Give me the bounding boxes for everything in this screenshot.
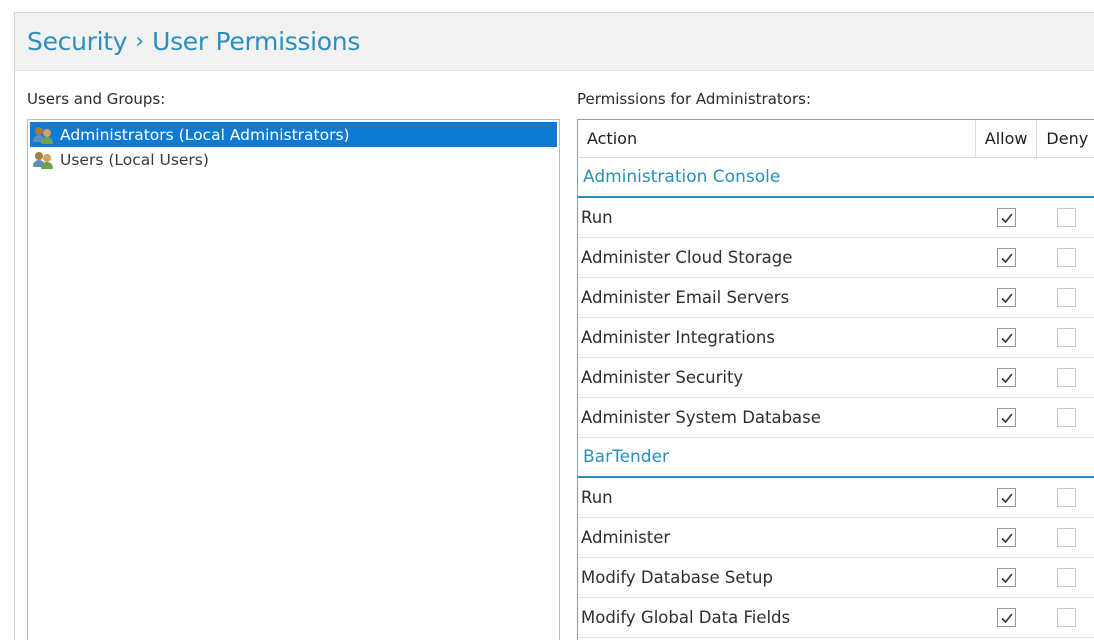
deny-cell	[1037, 198, 1094, 237]
allow-checkbox[interactable]	[997, 328, 1017, 347]
deny-checkbox[interactable]	[1057, 208, 1077, 227]
user-group-icon	[33, 151, 55, 169]
permission-row[interactable]: Run	[578, 198, 1094, 238]
permission-row[interactable]: Run	[578, 478, 1094, 518]
deny-cell	[1037, 478, 1094, 517]
allow-checkbox[interactable]	[997, 488, 1017, 507]
allow-checkbox[interactable]	[997, 248, 1017, 267]
user-group-label: Administrators (Local Administrators)	[60, 125, 350, 144]
permission-row[interactable]: Modify Database Setup	[578, 558, 1094, 598]
allow-checkbox[interactable]	[997, 368, 1017, 387]
permissions-label: Permissions for Administrators:	[577, 90, 812, 108]
allow-cell	[976, 198, 1038, 237]
permission-action-label: Administer Security	[581, 368, 744, 387]
permission-action-label: Administer Cloud Storage	[581, 248, 793, 267]
permission-row[interactable]: Administer Integrations	[578, 318, 1094, 358]
allow-checkbox[interactable]	[997, 568, 1017, 587]
user-group-item-administrators[interactable]: Administrators (Local Administrators)	[30, 122, 557, 147]
user-group-item-users[interactable]: Users (Local Users)	[30, 147, 557, 172]
deny-checkbox[interactable]	[1057, 408, 1077, 427]
deny-checkbox[interactable]	[1057, 568, 1077, 587]
breadcrumb-separator: ›	[135, 29, 145, 54]
deny-cell	[1037, 398, 1094, 437]
allow-cell	[976, 398, 1038, 437]
permission-action-label: Run	[581, 488, 613, 507]
deny-checkbox[interactable]	[1057, 608, 1077, 627]
permissions-grid-body: Administration Console Run Administer Clou…	[578, 158, 1094, 638]
allow-cell	[976, 358, 1038, 397]
column-header-deny[interactable]: Deny	[1037, 120, 1094, 157]
allow-cell	[976, 238, 1038, 277]
allow-cell	[976, 318, 1038, 357]
deny-checkbox[interactable]	[1057, 368, 1077, 387]
allow-checkbox[interactable]	[997, 528, 1017, 547]
permissions-grid[interactable]: Action Allow Deny Administration Console…	[577, 119, 1094, 640]
column-header-action[interactable]: Action	[578, 120, 976, 157]
permission-action-label: Administer Integrations	[581, 328, 775, 347]
permission-row[interactable]: Administer	[578, 518, 1094, 558]
permission-row[interactable]: Modify Global Data Fields	[578, 598, 1094, 638]
allow-checkbox[interactable]	[997, 608, 1017, 627]
deny-cell	[1037, 238, 1094, 277]
permission-action-label: Administer	[581, 528, 671, 547]
permissions-grid-header: Action Allow Deny	[578, 120, 1094, 158]
user-group-label: Users (Local Users)	[60, 150, 209, 169]
permission-action-label: Modify Database Setup	[581, 568, 773, 587]
allow-checkbox[interactable]	[997, 288, 1017, 307]
permission-action-label: Administer System Database	[581, 408, 821, 427]
page-header: Security › User Permissions	[15, 13, 1094, 71]
allow-checkbox[interactable]	[997, 208, 1017, 227]
deny-cell	[1037, 598, 1094, 637]
users-groups-list[interactable]: Administrators (Local Administrators) Us…	[27, 119, 560, 640]
deny-checkbox[interactable]	[1057, 248, 1077, 267]
allow-cell	[976, 518, 1038, 557]
allow-cell	[976, 478, 1038, 517]
permission-row[interactable]: Administer System Database	[578, 398, 1094, 438]
allow-cell	[976, 598, 1038, 637]
deny-checkbox[interactable]	[1057, 288, 1077, 307]
users-groups-label: Users and Groups:	[27, 90, 166, 108]
permission-action-label: Run	[581, 208, 613, 227]
deny-cell	[1037, 318, 1094, 357]
allow-cell	[976, 558, 1038, 597]
breadcrumb-root[interactable]: Security	[27, 27, 128, 56]
permission-group-header: BarTender	[578, 438, 1094, 478]
allow-checkbox[interactable]	[997, 408, 1017, 427]
permission-action-label: Modify Global Data Fields	[581, 608, 791, 627]
page-title: User Permissions	[152, 27, 361, 56]
permission-group-header: Administration Console	[578, 158, 1094, 198]
allow-cell	[976, 278, 1038, 317]
deny-cell	[1037, 518, 1094, 557]
permission-row[interactable]: Administer Security	[578, 358, 1094, 398]
permission-row[interactable]: Administer Email Servers	[578, 278, 1094, 318]
permission-row[interactable]: Administer Cloud Storage	[578, 238, 1094, 278]
deny-cell	[1037, 358, 1094, 397]
deny-checkbox[interactable]	[1057, 528, 1077, 547]
user-permissions-window: Security › User Permissions Users and Gr…	[14, 12, 1094, 640]
user-group-icon	[33, 126, 55, 144]
deny-cell	[1037, 278, 1094, 317]
permission-action-label: Administer Email Servers	[581, 288, 790, 307]
deny-cell	[1037, 558, 1094, 597]
deny-checkbox[interactable]	[1057, 488, 1077, 507]
deny-checkbox[interactable]	[1057, 328, 1077, 347]
column-header-allow[interactable]: Allow	[976, 120, 1038, 157]
